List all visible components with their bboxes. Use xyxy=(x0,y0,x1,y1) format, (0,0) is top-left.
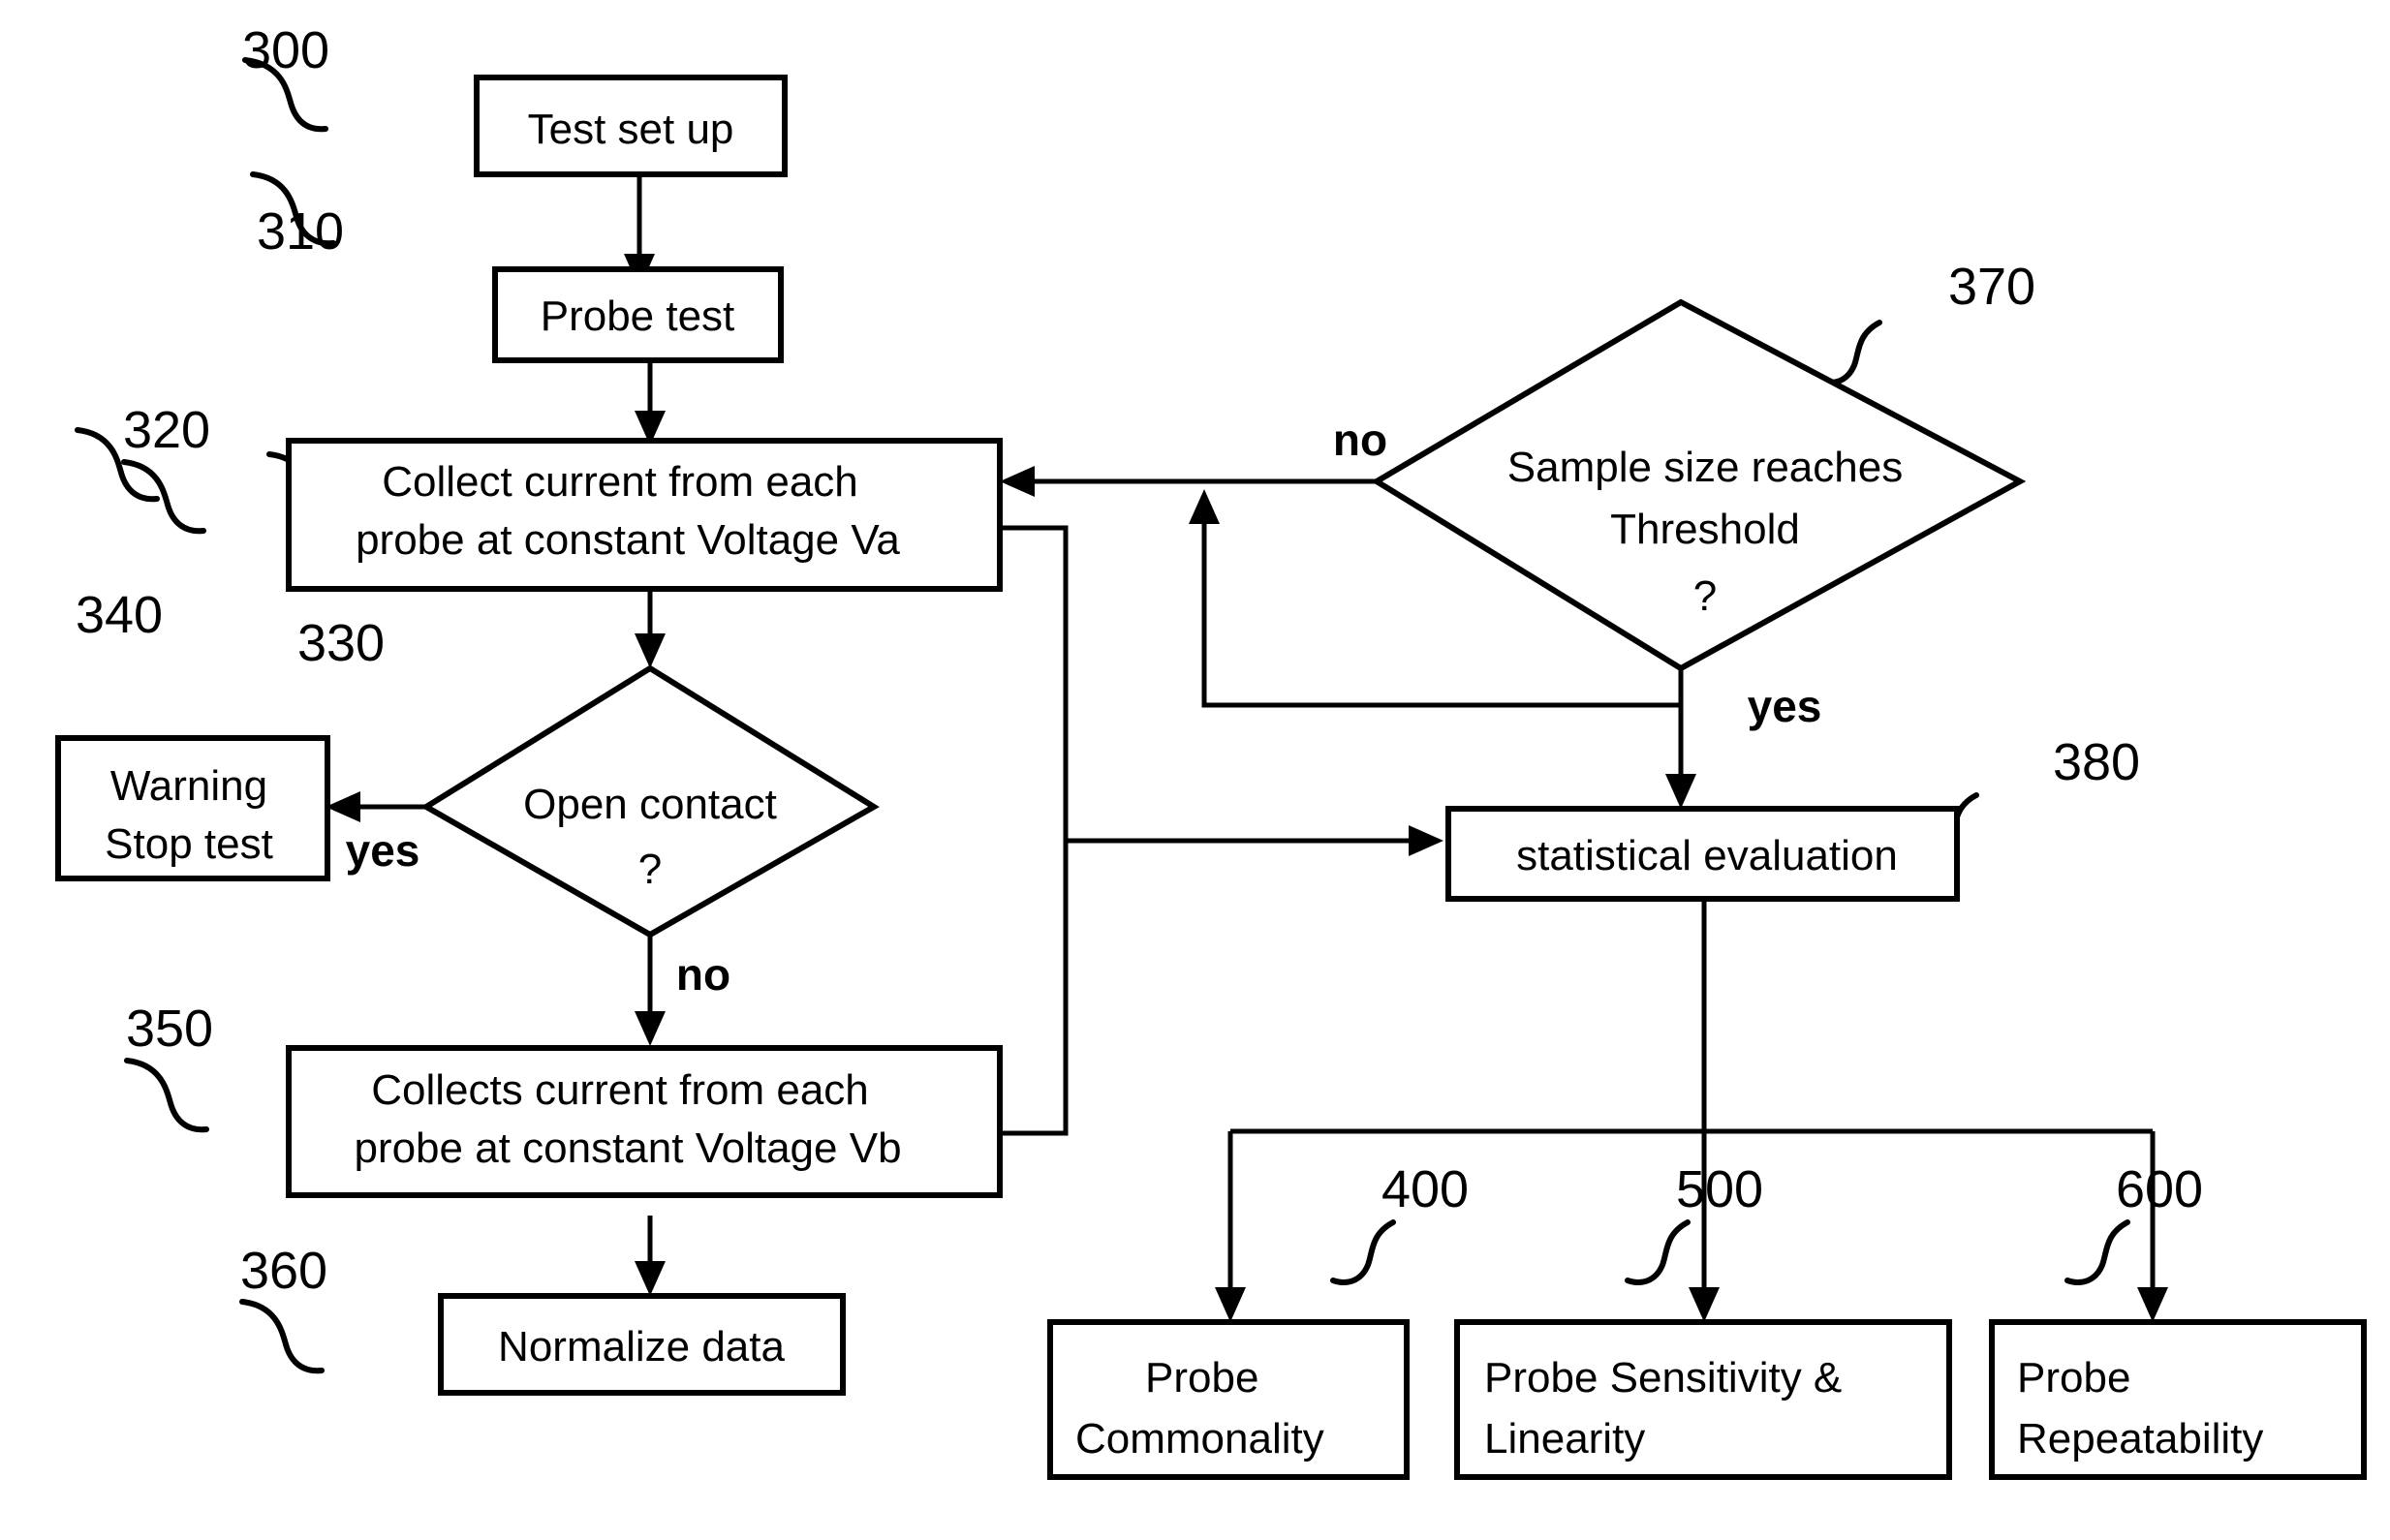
leader-line-370 xyxy=(1816,320,1882,385)
node-collect-va-label-line1: Collect current from each xyxy=(382,458,858,506)
patent-flowchart-svg: Test set up Probe test Collect current f… xyxy=(55,21,2367,1480)
node-probe-sensitivity[interactable]: Probe Sensitivity & Linearity xyxy=(1454,1319,1952,1480)
ref-numeral-320: 320 xyxy=(123,401,210,459)
leader-line-350 xyxy=(124,1058,209,1133)
edge-label-open-contact-no: no xyxy=(676,949,730,1000)
node-open-contact-label-line1: Open contact xyxy=(523,781,777,828)
ref-numeral-370: 370 xyxy=(1948,258,2035,316)
connector-collect-va-to-open-contact xyxy=(635,589,666,668)
node-sample-size-label-line3: ? xyxy=(1693,572,1717,620)
node-collect-vb-label-line1: Collects current from each xyxy=(371,1066,869,1114)
ref-numeral-360: 360 xyxy=(240,1242,327,1300)
node-warning-label-line2: Stop test xyxy=(105,820,273,868)
node-statistical-evaluation-label: statistical evaluation xyxy=(1516,832,1898,879)
node-collect-va-label-line2: probe at constant Voltage Va xyxy=(356,516,900,564)
ref-numeral-330: 330 xyxy=(297,614,385,672)
node-probe-commonality-label-line2: Commonality xyxy=(1075,1415,1324,1463)
node-statistical-evaluation[interactable]: statistical evaluation xyxy=(1445,806,1960,902)
edge-label-open-contact-yes: yes xyxy=(346,825,420,876)
leader-line-360 xyxy=(239,1299,325,1374)
node-probe-repeatability-label-line1: Probe xyxy=(2017,1354,2130,1401)
node-probe-sensitivity-label-line2: Linearity xyxy=(1484,1415,1645,1463)
ref-numeral-380: 380 xyxy=(2053,733,2140,791)
connector-sample-size-no-to-collect-va xyxy=(1000,466,1377,497)
node-probe-commonality-label-line1: Probe xyxy=(1145,1354,1258,1401)
node-collect-vb[interactable]: Collects current from each probe at cons… xyxy=(286,1045,1003,1198)
node-normalize[interactable]: Normalize data xyxy=(438,1293,846,1396)
node-warning[interactable]: Warning Stop test xyxy=(55,735,330,881)
ref-numeral-300: 300 xyxy=(242,21,329,79)
node-probe-repeatability-label-line2: Repeatability xyxy=(2017,1415,2263,1463)
node-probe-sensitivity-label-line1: Probe Sensitivity & xyxy=(1484,1354,1842,1401)
node-open-contact-label-line2: ? xyxy=(638,846,662,893)
ref-numeral-600: 600 xyxy=(2116,1160,2203,1218)
node-sample-size-label-line1: Sample size reaches xyxy=(1507,444,1903,491)
flowchart-canvas: Test set up Probe test Collect current f… xyxy=(0,0,2390,1540)
leader-line-500 xyxy=(1625,1219,1691,1285)
node-probe-commonality[interactable]: Probe Commonality xyxy=(1047,1319,1410,1480)
node-normalize-label: Normalize data xyxy=(498,1323,785,1371)
connector-sample-size-yes-to-statistical-evaluation xyxy=(1665,705,1696,809)
edge-label-sample-size-no: no xyxy=(1333,415,1387,465)
node-sample-size[interactable]: Sample size reaches Threshold ? xyxy=(1371,298,2027,672)
connector-probe-test-to-collect-va xyxy=(635,360,666,446)
connector-collect-va-bus-to-collect-vb xyxy=(1000,525,1069,1136)
connector-bus-to-statistical-evaluation xyxy=(1066,825,1443,856)
ref-numeral-350: 350 xyxy=(126,1000,213,1058)
leader-line-400 xyxy=(1330,1219,1396,1285)
node-test-setup-label: Test set up xyxy=(528,106,734,153)
connector-open-contact-no-to-collect-vb xyxy=(635,935,666,1046)
connector-collect-vb-to-normalize xyxy=(635,1216,666,1296)
edge-label-sample-size-yes: yes xyxy=(1748,681,1822,731)
connector-statistical-evaluation-fanout xyxy=(1215,899,2168,1322)
node-sample-size-label-line2: Threshold xyxy=(1610,506,1800,553)
node-probe-test[interactable]: Probe test xyxy=(492,266,784,363)
node-open-contact[interactable]: Open contact ? xyxy=(420,664,880,939)
node-probe-test-label: Probe test xyxy=(541,293,735,340)
node-probe-repeatability[interactable]: Probe Repeatability xyxy=(1989,1319,2367,1480)
ref-numeral-400: 400 xyxy=(1381,1160,1469,1218)
ref-numeral-340: 340 xyxy=(76,586,163,644)
node-collect-va[interactable]: Collect current from each probe at const… xyxy=(286,438,1003,592)
node-warning-label-line1: Warning xyxy=(110,762,267,810)
leader-line-600 xyxy=(2064,1219,2130,1285)
ref-numeral-500: 500 xyxy=(1676,1160,1763,1218)
node-collect-vb-label-line2: probe at constant Voltage Vb xyxy=(354,1124,901,1172)
ref-numeral-310: 310 xyxy=(257,202,344,261)
connector-open-contact-yes-to-warning xyxy=(326,791,426,822)
node-test-setup[interactable]: Test set up xyxy=(474,75,788,177)
